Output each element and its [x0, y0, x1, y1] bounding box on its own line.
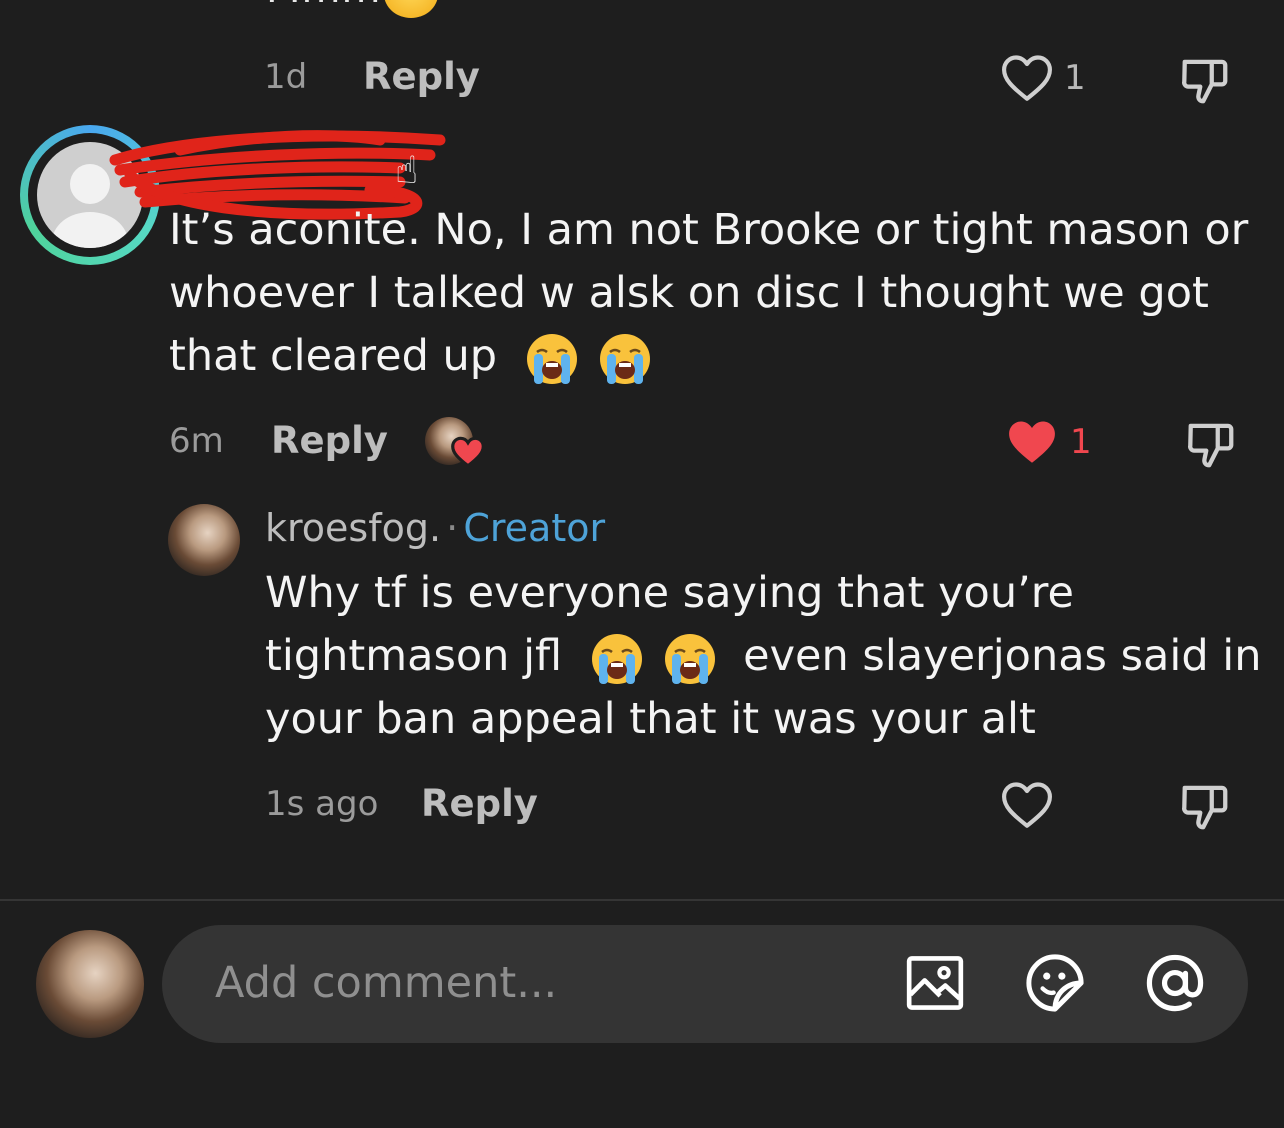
reply-avatar[interactable] [168, 504, 240, 576]
heart-icon[interactable] [1000, 54, 1054, 102]
crying-emoji [526, 333, 577, 384]
comment-reply-button[interactable]: Reply [271, 419, 388, 462]
reply-separator: · [446, 506, 459, 550]
pointing-up-emoji: ☝ [395, 148, 419, 192]
previous-comment-like-count: 1 [1064, 58, 1086, 98]
reply-line: tightmason jfl even slayerjonas said in [265, 625, 1262, 688]
heart-icon[interactable] [1000, 781, 1054, 829]
at-mention-icon[interactable] [1142, 950, 1208, 1016]
reply-reply-button[interactable]: Reply [421, 782, 538, 825]
previous-comment-reply-button[interactable]: Reply [363, 55, 480, 98]
reply-time: 1s ago [265, 784, 379, 824]
comment-line: It’s aconite. No, I am not Brooke or tig… [169, 205, 1249, 255]
sticker-icon[interactable] [1022, 950, 1088, 1016]
reply-line: your ban appeal that it was your alt [265, 694, 1036, 744]
reply-line-text: tightmason jfl [265, 631, 563, 681]
previous-comment-time: 1d [264, 57, 308, 97]
comment-body: It’s aconite. No, I am not Brooke or tig… [169, 199, 1248, 388]
composer-divider [0, 899, 1284, 901]
reply-line-text: even slayerjonas said in [743, 631, 1262, 681]
comment-line: whoever I talked w alsk on disc I though… [169, 268, 1209, 318]
comment-like-count: 1 [1070, 422, 1092, 462]
dislike-icon[interactable] [1184, 418, 1238, 472]
comment-line: that cleared up [169, 325, 1248, 388]
own-avatar[interactable] [36, 930, 144, 1038]
comment-input-placeholder: Add comment... [215, 958, 558, 1008]
creator-badge: Creator [463, 506, 606, 550]
reply-body: Why tf is everyone saying that you’re ti… [265, 562, 1262, 751]
previous-comment-text: Mmm [266, 0, 381, 12]
crying-emoji [665, 633, 716, 684]
creator-heart-icon [451, 436, 485, 468]
reply-header: kroesfog. · Creator [265, 506, 605, 550]
image-icon[interactable] [904, 952, 966, 1014]
dislike-icon[interactable] [1178, 780, 1232, 834]
crying-emoji [600, 333, 651, 384]
smile-emoji [384, 0, 438, 18]
reply-line: Why tf is everyone saying that you’re [265, 568, 1074, 618]
reply-username[interactable]: kroesfog. [265, 506, 441, 550]
dislike-icon[interactable] [1178, 54, 1232, 108]
comment-time: 6m [169, 421, 224, 461]
comment-line-text: that cleared up [169, 331, 498, 381]
crying-emoji [591, 633, 642, 684]
heart-icon[interactable] [1005, 418, 1059, 466]
